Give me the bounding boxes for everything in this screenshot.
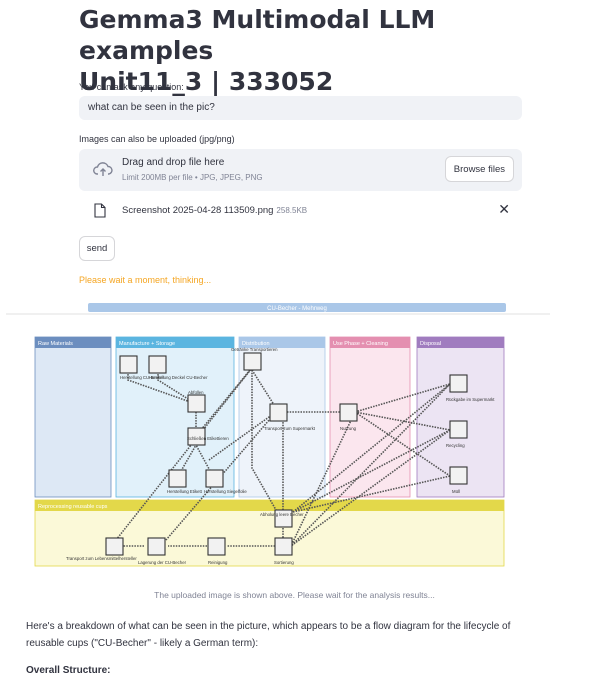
- node-label: Rückgabe im Supermarkt: [446, 397, 495, 402]
- node-transport-supermarkt: [269, 403, 288, 422]
- node-recycling: [449, 420, 468, 439]
- file-icon: [94, 203, 106, 218]
- diagram-banner-text: CU-Becher - Mehrweg: [267, 306, 327, 312]
- node-label: Schließen Etikettieren: [187, 436, 229, 441]
- node-label: Abfüllen: [188, 390, 204, 395]
- node-cu-becher: [119, 355, 138, 374]
- node-abfuellen: [187, 394, 206, 413]
- node-getraenke: [243, 352, 262, 371]
- node-reinigung: [207, 537, 226, 556]
- lane-title: Raw Materials: [38, 341, 73, 347]
- node-label: Herstellung Siegelfolie: [204, 489, 247, 494]
- browse-files-button[interactable]: Browse files: [444, 156, 514, 182]
- node-deckel: [148, 355, 167, 374]
- lane-raw-materials: Raw Materials: [34, 336, 112, 498]
- node-etikett: [168, 469, 187, 488]
- node-label: Herstellung Deckel CU-Becher: [149, 375, 208, 380]
- response-paragraph: Here's a breakdown of what can be seen i…: [26, 621, 511, 649]
- lane-title: Use Phase + Cleaning: [333, 341, 388, 347]
- node-label: Nutzung: [340, 426, 357, 431]
- lane-title: Disposal: [420, 341, 441, 347]
- band-title: Reprocessing reusable cups: [38, 504, 108, 510]
- node-label: Transport zum Lebensmittelhersteller: [66, 556, 137, 561]
- title-line-1: Gemma3 Multimodal LLM examples: [79, 5, 436, 65]
- file-name: Screenshot 2025-04-28 113509.png: [122, 205, 274, 216]
- node-label: Transport zum Supermarkt: [264, 426, 316, 431]
- upload-label: Images can also be uploaded (jpg/png): [79, 134, 235, 144]
- node-label: Reinigung: [208, 560, 228, 565]
- node-label: Abholung leere Becher: [260, 512, 304, 517]
- node-label: Recycling: [446, 443, 465, 448]
- node-lagerung: [147, 537, 166, 556]
- dropzone-limit: Limit 200MB per file • JPG, JPEG, PNG: [122, 173, 263, 182]
- status-text: Please wait a moment, thinking...: [79, 275, 212, 285]
- node-label: Herstellung Etikett: [167, 489, 203, 494]
- lane-title: Manufacture + Storage: [119, 341, 175, 347]
- question-input[interactable]: what can be seen in the pic?: [79, 96, 522, 120]
- node-label: Sortierung: [274, 560, 294, 565]
- node-label: Müll: [452, 489, 460, 494]
- node-muell: [449, 466, 468, 485]
- question-label: You can ask any question:: [79, 82, 184, 92]
- send-button[interactable]: send: [79, 236, 115, 261]
- node-sortierung: [274, 537, 293, 556]
- node-transport-hersteller: [105, 537, 124, 556]
- node-nutzung: [339, 403, 358, 422]
- image-caption: The uploaded image is shown above. Pleas…: [154, 590, 435, 600]
- dropzone-title: Drag and drop file here: [122, 157, 225, 168]
- node-rueckgabe: [449, 374, 468, 393]
- uploaded-file: Screenshot 2025-04-28 113509.png 258.5KB …: [79, 199, 522, 223]
- uploaded-image: CU-Becher - Mehrweg Raw Materials Manufa…: [6, 303, 550, 582]
- node-siegelfolie: [205, 469, 224, 488]
- node-label: Lagerung der CU-Becher: [138, 560, 187, 565]
- response-heading: Overall Structure:: [26, 665, 111, 676]
- cloud-upload-icon: [93, 162, 113, 176]
- close-icon[interactable]: ✕: [498, 201, 510, 218]
- node-label: Getränke Transportieren: [231, 347, 278, 352]
- file-dropzone[interactable]: Drag and drop file here Limit 200MB per …: [79, 149, 522, 191]
- file-size: 258.5KB: [276, 206, 308, 215]
